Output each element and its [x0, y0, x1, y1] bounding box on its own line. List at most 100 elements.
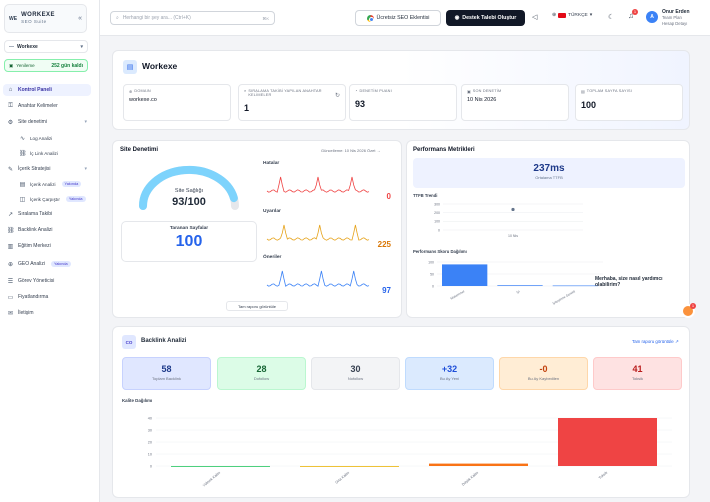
sidebar-item-label: Anahtar Kelimeler — [18, 103, 58, 109]
book-icon: ▥ — [7, 243, 14, 250]
sidebar-item-4[interactable]: ⛓ İç Link Analizi — [3, 147, 91, 159]
sidebar-item-14[interactable]: ✉ İletişim — [3, 307, 91, 319]
quality-distribution-title: Kalite Dağılımı — [122, 398, 153, 403]
sidebar-item-9[interactable]: ⛓ Backlink Analizi — [3, 224, 91, 236]
score-distribution-chart: 100 50 0 Mükemmel İyi İyileştirme Gerekli — [428, 260, 603, 306]
sidebar-item-label: İletişim — [18, 310, 34, 316]
avatar[interactable]: A — [646, 11, 658, 23]
support-icon: ◉ — [454, 15, 460, 21]
backlink-stat: +32 Bu Ay Yeni — [405, 357, 494, 390]
quality-bar — [171, 466, 270, 467]
seo-extension-button[interactable]: Ücretsiz SEO Eklentisi — [355, 10, 441, 26]
search-icon: ⌕ — [116, 15, 119, 21]
sidebar-item-label: Kontrol Paneli — [18, 87, 52, 93]
sidebar-item-6[interactable]: ▤ İçerik Analizi Yakında — [3, 178, 91, 190]
errors-box[interactable]: Hatalar 0 — [263, 161, 395, 209]
backlink-stat: 30 Nofollow — [311, 357, 400, 390]
sidebar-item-1[interactable]: ⚿ Anahtar Kelimeler — [3, 100, 91, 112]
stat-label: Toplam Backlink — [152, 376, 181, 381]
stat-value: 41 — [632, 364, 643, 374]
language-selector[interactable]: ⊕ TÜRKÇE ▾ — [552, 13, 592, 18]
trial-banner[interactable]: ▣ Yenileme 252 gün kaldı — [4, 59, 88, 72]
collapse-icon[interactable]: « — [78, 15, 82, 22]
moon-icon[interactable]: ☾ — [608, 13, 614, 21]
workspace-selector[interactable]: — Workexe ▾ — [4, 40, 88, 53]
y-tick-label: 50 — [430, 272, 434, 276]
kpi-label: SIRALAMA TAKİBİ YAPILAN ANAHTAR KELİMELE… — [248, 89, 322, 97]
sidebar: WE WORKEXE SEO Suite « — Workexe ▾ ▣ Yen… — [0, 0, 100, 502]
gear-icon: ⚙ — [7, 119, 14, 126]
chat-badge: 1 — [690, 303, 696, 309]
logo[interactable]: WE WORKEXE SEO Suite « — [4, 4, 87, 33]
errors-value: 0 — [386, 192, 391, 201]
y-tick-label: 0 — [438, 228, 440, 232]
warnings-box[interactable]: Uyarılar 225 — [263, 209, 395, 257]
errors-sparkline — [266, 176, 370, 193]
sidebar-item-7[interactable]: ◫ İçerik Çarpıştır Yakında — [3, 193, 91, 205]
sidebar-item-label: İçerik Analizi — [30, 181, 56, 187]
kpi-value: 10 Nis 2026 — [467, 97, 497, 103]
sidebar-item-label: İçerik Stratejisi — [18, 166, 51, 172]
notices-box[interactable]: Öneriler 97 — [263, 255, 395, 303]
sidebar-item-10[interactable]: ▥ Eğitim Merkezi — [3, 240, 91, 252]
support-ticket-button[interactable]: ◉ Destek Talebi Oluştur — [446, 10, 525, 26]
ttfb-label: Ortalama TTFB — [535, 175, 563, 180]
warnings-label: Uyarılar — [263, 209, 281, 214]
trial-days: 252 gün kaldı — [51, 62, 83, 69]
sidebar-item-13[interactable]: ▭ Fiyatlandırma — [3, 291, 91, 303]
site-audit-card: Site Denetimi Güncelleme: 10 Nis 2026 Öz… — [112, 140, 402, 318]
full-report-button[interactable]: Tam raporu görüntüle — [226, 301, 288, 311]
kpi-label: DENETİM PUANI — [359, 89, 392, 93]
sidebar-item-12[interactable]: ☰ Görev Yöneticisi — [3, 275, 91, 287]
kpi-card: ▣ SON DENETİM 10 Nis 2026 — [461, 84, 569, 121]
sidebar-item-3[interactable]: ∿ Log Analizi — [3, 132, 91, 144]
kpi-card: ⊕ DOMAIN workexe.co — [123, 84, 231, 121]
sidebar-item-label: İçerik Çarpıştır — [30, 196, 60, 202]
stat-value: -0 — [539, 364, 548, 374]
refresh-icon[interactable]: ↻ — [335, 92, 340, 99]
score-distribution-title: Performans Skoru Dağılımı — [413, 249, 467, 254]
kpi-value: 93 — [355, 99, 366, 109]
sidebar-item-label: Sıralama Takibi — [18, 211, 53, 217]
list-icon: ☰ — [7, 278, 14, 285]
notifications-button[interactable]: ♫ 1 — [628, 9, 638, 20]
user-menu[interactable]: Onur Erden Team Plan Hesap Detayı — [662, 9, 690, 26]
last-audit-link[interactable]: Güncelleme: 10 Nis 2026 Özet → — [321, 148, 381, 153]
globe-icon: ⊕ — [129, 90, 133, 94]
stat-value: 30 — [350, 364, 361, 374]
health-value: 93/100 — [172, 196, 206, 208]
backlink-report-link[interactable]: Tam raporu görüntüle ↗ — [632, 339, 679, 345]
score-bar — [552, 285, 598, 287]
x-tick-label: İyileştirme Gerekli — [551, 288, 576, 305]
quality-distribution-chart: 40 30 20 10 0 Yüksek Kalite Orta Kalite Düşük K… — [148, 416, 672, 488]
sidebar-item-8[interactable]: ↗ Sıralama Takibi — [3, 208, 91, 220]
x-tick-label: Yüksek Kalite — [202, 471, 221, 488]
kpi-label: TOPLAM SAYFA SAYISI — [586, 89, 632, 93]
sidebar-item-0[interactable]: ⌂ Kontrol Paneli — [3, 84, 91, 96]
stat-label: Dofollow — [253, 376, 270, 381]
notices-label: Öneriler — [263, 255, 282, 260]
sidebar-item-5[interactable]: ✎ İçerik Stratejisi ▾ — [3, 163, 91, 175]
kpi-value: workexe.co — [129, 97, 157, 103]
search-input[interactable]: ⌕ Herhangi bir şey ara... (Ctrl+K) ⌘K — [110, 11, 275, 25]
stat-label: Bu Ay Kaybedilen — [527, 376, 560, 381]
y-tick-label: 40 — [148, 416, 152, 420]
shortcut-hint: ⌘K — [262, 15, 269, 21]
y-tick-label: 300 — [434, 202, 440, 206]
backlink-card: CO Backlink Analizi Tam raporu görüntüle… — [112, 326, 690, 498]
chat-launcher-button[interactable]: 1 — [681, 303, 696, 318]
coming-soon-badge: Yakında — [50, 261, 71, 267]
quality-bar — [558, 418, 657, 466]
sidebar-item-11[interactable]: ⊕ GEO Analizi Yakında — [3, 258, 91, 270]
site-health-gauge: Site Sağlığı 93/100 — [121, 158, 257, 215]
chat-greeting[interactable]: Merhaba, size nasıl yardımcı olabilirim? — [595, 276, 689, 288]
logo-name: WORKEXE — [21, 12, 55, 19]
kpi-card: ◔ DENETİM PUANI 93 — [349, 84, 457, 121]
project-icon: ▤ — [123, 60, 137, 74]
user-link[interactable]: Hesap Detayı — [662, 21, 690, 26]
kpi-value: 1 — [244, 103, 250, 113]
ttfb-value: 237ms — [533, 163, 565, 174]
sidebar-item-2[interactable]: ⚙ Site denetimi ▾ — [3, 116, 91, 128]
chevron-down-icon: ▾ — [84, 119, 87, 125]
megaphone-icon[interactable]: ◁ — [532, 13, 537, 21]
